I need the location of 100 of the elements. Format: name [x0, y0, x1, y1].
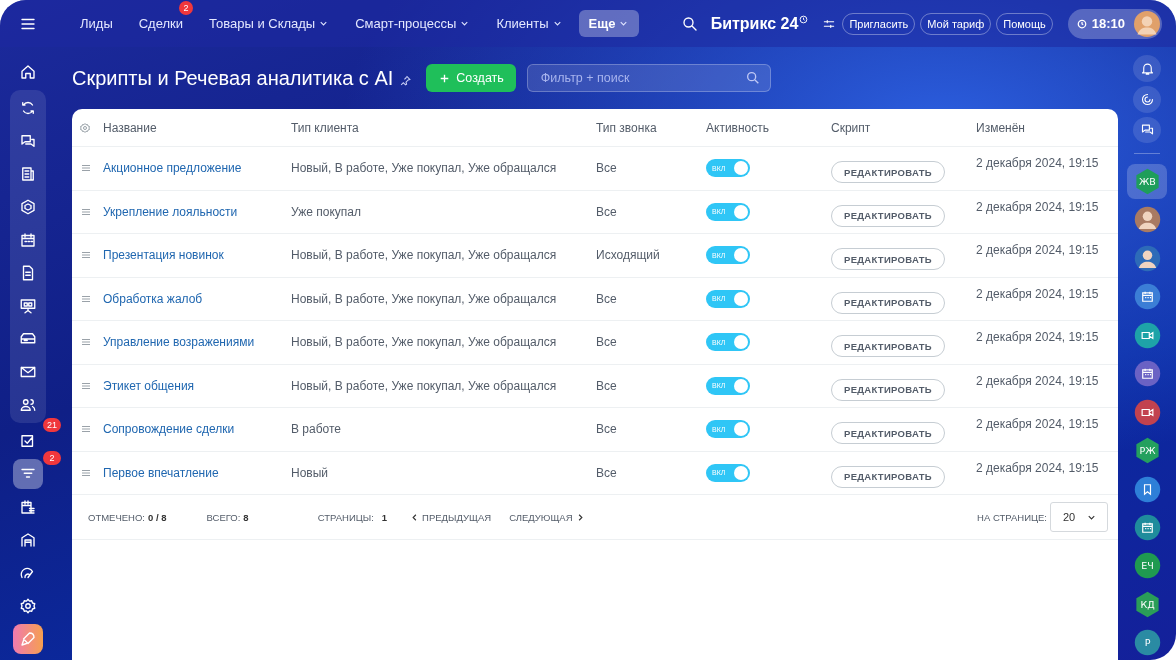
contact-item[interactable]: ЖВ: [1127, 164, 1167, 199]
edit-button[interactable]: РЕДАКТИРОВАТЬ: [831, 204, 945, 227]
toolbar-button[interactable]: [1133, 85, 1161, 113]
contact-item[interactable]: ЕЧ: [1127, 548, 1167, 584]
table-cell-text: Все: [595, 378, 618, 393]
board-icon: [19, 297, 37, 315]
sidebar-item[interactable]: [13, 624, 43, 654]
nav-tab[interactable]: Товары и Склады: [199, 10, 340, 37]
pin-icon[interactable]: [399, 73, 413, 87]
chat-icon: [1139, 122, 1155, 138]
nav-tab[interactable]: Смарт-процессы: [345, 10, 481, 37]
clock-time: 18:10: [1091, 16, 1125, 31]
previous-page-link[interactable]: ПРЕДЫДУЩАЯ: [409, 511, 492, 523]
table-cell-text: 2 декабря 2024, 19:15: [975, 242, 1100, 257]
script-name-link[interactable]: Акционное предложение: [100, 161, 288, 176]
video-icon: [1133, 398, 1161, 426]
count-badge: 2: [179, 1, 194, 15]
clock-icon: [1076, 18, 1087, 29]
store-icon: [19, 531, 37, 549]
column-header[interactable]: Скрипт: [828, 120, 973, 135]
toolbar-button[interactable]: [1133, 55, 1161, 82]
table-cell-text: Новый: [290, 465, 330, 480]
edit-button[interactable]: РЕДАКТИРОВАТЬ: [831, 161, 945, 184]
bookmark-icon: [1133, 475, 1161, 503]
initials-avatar: ЖВ: [1133, 168, 1161, 195]
calendar-list-icon: [19, 498, 37, 516]
column-header[interactable]: Тип звонка: [593, 120, 703, 135]
chat-icon: [19, 132, 37, 150]
contact-item[interactable]: Р: [1127, 625, 1167, 660]
script-name-link[interactable]: Обработка жалоб: [100, 291, 288, 306]
script-name-link[interactable]: Первое впечатление: [100, 465, 288, 480]
checked-count: 0 / 8: [148, 511, 167, 523]
avatar-icon: [1133, 206, 1161, 234]
brand-logo[interactable]: Битрикс 24: [710, 14, 809, 33]
edit-button[interactable]: РЕДАКТИРОВАТЬ: [831, 378, 945, 401]
calendar-icon: [19, 231, 37, 249]
table-cell-text: 2 декабря 2024, 19:15: [975, 416, 1100, 431]
nav-tab[interactable]: Лиды: [70, 10, 123, 37]
table-cell-text: Новый, В работе, Уже покупал, Уже обращался: [290, 248, 558, 263]
column-header[interactable]: Изменён: [973, 120, 1118, 135]
per-page-select[interactable]: 20: [1050, 502, 1108, 532]
next-page-link[interactable]: СЛЕДУЮЩАЯ: [509, 511, 586, 523]
table-cell-text: Все: [595, 335, 618, 350]
table-cell-text: 2 декабря 2024, 19:15: [975, 285, 1100, 301]
edit-button[interactable]: РЕДАКТИРОВАТЬ: [831, 248, 945, 271]
news-icon: [19, 165, 37, 183]
gear-icon: [19, 597, 37, 615]
spiral-icon: [1139, 91, 1155, 107]
checked-label: ОТМЕЧЕНО:: [88, 511, 145, 523]
column-header[interactable]: Активность: [703, 120, 828, 135]
edit-button[interactable]: РЕДАКТИРОВАТЬ: [831, 422, 945, 445]
table-cell-text: 2 декабря 2024, 19:15: [975, 459, 1100, 475]
table-cell-text: Новый, В работе, Уже покупал, Уже обращался: [290, 335, 558, 350]
script-name-link[interactable]: Сопровождение сделки: [100, 422, 288, 437]
per-page-label: НА СТРАНИЦЕ:: [977, 511, 1047, 523]
people-icon: [19, 396, 37, 414]
table-cell-text: Все: [595, 204, 618, 219]
edit-button[interactable]: РЕДАКТИРОВАТЬ: [831, 335, 945, 358]
table-cell-text: Все: [595, 291, 618, 306]
bell-icon: [1139, 60, 1155, 76]
table-cell-text: 2 декабря 2024, 19:15: [975, 329, 1100, 344]
script-name-link[interactable]: Этикет общения: [100, 378, 288, 393]
edit-button[interactable]: РЕДАКТИРОВАТЬ: [831, 465, 945, 488]
table-cell-text: Новый, В работе, Уже покупал, Уже обращался: [290, 161, 558, 176]
count-badge: 2: [43, 451, 61, 465]
script-name-link[interactable]: Управление возражениями: [100, 335, 288, 350]
total-count: 8: [243, 511, 249, 523]
nav-tab[interactable]: Еще: [578, 10, 640, 37]
initials-avatar: Р: [1133, 629, 1161, 657]
table-cell-text: Все: [595, 422, 618, 437]
hexagon-icon: [19, 198, 37, 216]
contact-item[interactable]: КД: [1127, 587, 1167, 622]
video-icon: [1133, 321, 1161, 349]
table-cell-text: Все: [595, 465, 618, 480]
sidebar-item[interactable]: [13, 459, 43, 489]
script-name-link[interactable]: Укрепление лояльности: [100, 204, 288, 219]
user-avatar-icon[interactable]: [1134, 10, 1160, 37]
page-title: Скрипты и Речевая аналитика с AI: [72, 66, 394, 90]
column-header[interactable]: Тип клиента: [288, 120, 593, 135]
script-name-link[interactable]: Презентация новинок: [100, 248, 288, 263]
toolbar-button[interactable]: [1133, 116, 1161, 144]
search-icon[interactable]: [680, 14, 699, 33]
calendar-icon: [1133, 513, 1161, 541]
sync-icon: [19, 99, 37, 117]
total-label: ВСЕГО:: [206, 511, 241, 523]
clock-pill[interactable]: 18:10: [1067, 8, 1162, 39]
column-header[interactable]: Название: [100, 120, 288, 135]
avatar-icon: [1133, 244, 1161, 272]
pages-label: СТРАНИЦЫ:: [317, 511, 374, 523]
calendar-icon: [1133, 360, 1161, 388]
calendar-icon: [1133, 283, 1161, 311]
nav-tab[interactable]: Клиенты: [486, 10, 573, 37]
edit-button[interactable]: РЕДАКТИРОВАТЬ: [831, 291, 945, 314]
table-cell-text: Все: [595, 161, 618, 176]
table-cell-text: 2 декабря 2024, 19:15: [975, 372, 1100, 388]
initials-avatar: ЕЧ: [1133, 552, 1161, 580]
page-number: 1: [381, 511, 388, 523]
table-cell-text: Исходящий: [595, 248, 661, 263]
count-badge: 21: [43, 418, 61, 432]
table-cell-text: В работе: [290, 422, 342, 437]
